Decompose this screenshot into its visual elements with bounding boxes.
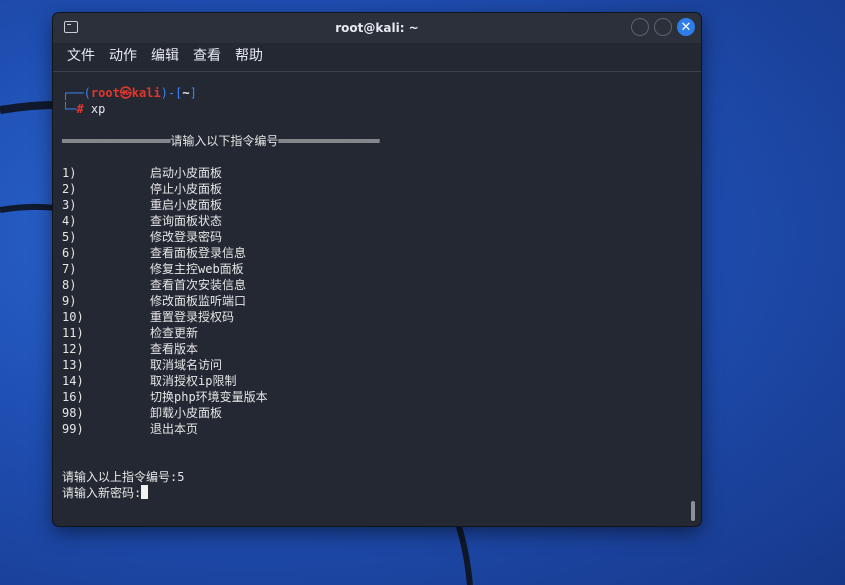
title-bar[interactable]: root@kali: ~ ✕: [53, 13, 701, 43]
prompt-line-1: ┌──(root㉿kali)-[~]: [62, 85, 687, 101]
option-row: 98) 卸载小皮面板: [62, 406, 223, 420]
prompt-frame-bottom: └─: [62, 102, 77, 116]
menu-file[interactable]: 文件: [67, 45, 95, 65]
prompt-frame-open: ┌──(: [62, 86, 91, 100]
option-row: 5) 修改登录密码: [62, 230, 223, 244]
prompt-directory: ~: [182, 86, 190, 100]
window-controls: ✕: [631, 18, 695, 36]
option-row: 8) 查看首次安装信息: [62, 278, 247, 292]
maximize-button[interactable]: [654, 18, 672, 36]
option-row: 12) 查看版本: [62, 342, 199, 356]
menu-help[interactable]: 帮助: [235, 45, 263, 65]
option-row: 10) 重置登录授权码: [62, 310, 235, 324]
option-row: 2) 停止小皮面板: [62, 182, 223, 196]
prompt-user: root㉿kali: [90, 86, 161, 100]
option-row: 7) 修复主控web面板: [62, 262, 244, 276]
prompt-frame-close: ]: [189, 86, 197, 100]
close-button[interactable]: ✕: [677, 18, 695, 36]
menu-action[interactable]: 动作: [109, 45, 137, 65]
option-row: 6) 查看面板登录信息: [62, 246, 247, 260]
window-title: root@kali: ~: [335, 21, 419, 35]
text-cursor: [141, 485, 149, 499]
terminal-window[interactable]: root@kali: ~ ✕ 文件 动作 编辑 查看 帮助 ┌──(root㉿k…: [53, 13, 701, 526]
option-row: 14) 取消授权ip限制: [62, 374, 237, 388]
option-row: 1) 启动小皮面板: [62, 166, 223, 180]
option-row: 11) 检查更新: [62, 326, 199, 340]
command-text: xp: [83, 102, 106, 116]
option-row: 3) 重启小皮面板: [62, 198, 223, 212]
option-row: 16) 切换php环境变量版本: [62, 390, 268, 404]
command-input-line: 请输入以上指令编号:5: [62, 470, 185, 484]
menu-divider: [53, 71, 701, 72]
password-prompt: 请输入新密码:: [62, 486, 142, 500]
menu-bar: 文件 动作 编辑 查看 帮助: [53, 43, 701, 67]
minimize-button[interactable]: [631, 18, 649, 36]
option-row: 9) 修改面板监听端口: [62, 294, 247, 308]
password-input-line[interactable]: 请输入新密码:: [62, 485, 687, 501]
menu-banner: ═══════════════请输入以下指令编号══════════════: [62, 134, 380, 148]
prompt-frame-mid: )-[: [160, 86, 183, 100]
terminal-output[interactable]: ┌──(root㉿kali)-[~] └─# xp ══════════════…: [62, 85, 687, 501]
option-row: 13) 取消域名访问: [62, 358, 223, 372]
prompt-hash: #: [76, 102, 84, 116]
menu-edit[interactable]: 编辑: [151, 45, 179, 65]
option-row: 99) 退出本页: [62, 422, 199, 436]
scrollbar-thumb[interactable]: [691, 501, 695, 521]
option-row: 4) 查询面板状态: [62, 214, 223, 228]
prompt-line-2: └─# xp: [62, 101, 687, 117]
menu-view[interactable]: 查看: [193, 45, 221, 65]
terminal-icon: [64, 21, 78, 33]
